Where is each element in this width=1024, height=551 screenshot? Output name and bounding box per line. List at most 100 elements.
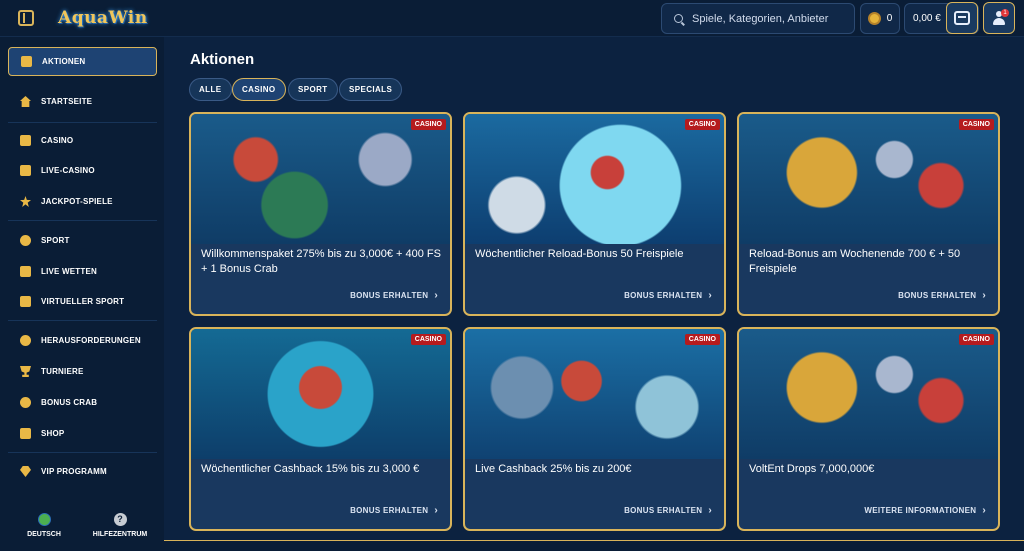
chevron-right-icon: ›	[982, 505, 986, 516]
chevron-right-icon: ›	[434, 505, 438, 516]
search-bar[interactable]	[661, 3, 855, 34]
home-icon	[20, 96, 31, 107]
category-badge: CASINO	[958, 334, 994, 345]
promo-title: Wöchentlicher Reload-Bonus 50 Freispiele	[475, 248, 684, 260]
tab-casino[interactable]: CASINO	[232, 78, 286, 101]
user-button[interactable]	[983, 2, 1015, 34]
promo-image	[465, 329, 724, 459]
coins-box[interactable]: 0	[860, 3, 900, 34]
sidebar-item-shop[interactable]: SHOP	[8, 419, 157, 448]
sidebar-item-sport[interactable]: SPORT	[8, 226, 157, 255]
sidebar-item-label: SHOP	[41, 429, 65, 438]
clover-icon	[20, 196, 31, 207]
tab-sport[interactable]: SPORT	[288, 78, 338, 101]
bottom-divider	[164, 540, 1024, 551]
ball-icon	[20, 235, 31, 246]
diamond-icon	[20, 466, 31, 477]
sidebar-item-label: HERAUSFORDERUNGEN	[41, 336, 141, 345]
sidebar-item-jackpot-spiele[interactable]: JACKPOT-SPIELE	[8, 187, 157, 216]
notification-badge: 1	[1001, 9, 1009, 17]
sidebar-item-live-casino[interactable]: LIVE-CASINO	[8, 156, 157, 185]
help-label: HILFEZENTRUM	[92, 531, 148, 538]
promo-title: Live Cashback 25% bis zu 200€	[475, 463, 632, 475]
search-input[interactable]	[692, 12, 847, 25]
cards-icon	[20, 165, 31, 176]
top-bar: AquaWin 0 0,00 € 1	[0, 0, 1024, 37]
promo-cta-button[interactable]: BONUS ERHALTEN ›	[898, 290, 986, 301]
promo-title: Willkommenspaket 275% bis zu 3,000€ + 40…	[201, 248, 441, 275]
promo-image	[465, 114, 724, 244]
sidebar-item-vip-programm[interactable]: VIP PROGRAMM	[8, 457, 157, 486]
search-icon	[674, 14, 683, 23]
sidebar-item-label: LIVE-CASINO	[41, 166, 95, 175]
tab-specials[interactable]: SPECIALS	[339, 78, 403, 101]
sidebar-item-label: BONUS CRAB	[41, 398, 98, 407]
cta-label: BONUS ERHALTEN	[898, 291, 977, 300]
promo-cta-button[interactable]: BONUS ERHALTEN ›	[624, 290, 712, 301]
promo-card[interactable]: CASINO Reload-Bonus am Wochenende 700 € …	[737, 112, 1000, 316]
sidebar: AKTIONEN STARTSEITE CASINO LIVE-CASINO J…	[0, 37, 164, 551]
crab-icon	[20, 397, 31, 408]
live-icon	[20, 266, 31, 277]
promo-card[interactable]: CASINO VoltEnt Drops 7,000,000€ WEITERE …	[737, 327, 1000, 531]
balance-value: 0,00 €	[913, 13, 941, 24]
cta-label: BONUS ERHALTEN	[624, 291, 703, 300]
sidebar-item-label: STARTSEITE	[41, 97, 93, 106]
cta-label: BONUS ERHALTEN	[624, 506, 703, 515]
language-selector[interactable]: DEUTSCH	[4, 513, 84, 551]
shop-icon	[20, 428, 31, 439]
promo-card[interactable]: CASINO Wöchentlicher Cashback 15% bis zu…	[189, 327, 452, 531]
sidebar-item-aktionen[interactable]: AKTIONEN	[8, 47, 157, 76]
promo-title: VoltEnt Drops 7,000,000€	[749, 463, 875, 475]
sidebar-item-herausforderungen[interactable]: HERAUSFORDERUNGEN	[8, 326, 157, 355]
wallet-icon	[954, 11, 970, 25]
wallet-button[interactable]	[946, 2, 978, 34]
slot-machine-icon	[20, 135, 31, 146]
category-badge: CASINO	[958, 119, 994, 130]
help-center-link[interactable]: ? HILFEZENTRUM	[80, 513, 160, 551]
chevron-right-icon: ›	[434, 290, 438, 301]
promo-image	[191, 329, 450, 459]
chevron-right-icon: ›	[708, 505, 712, 516]
promo-cta-button[interactable]: BONUS ERHALTEN ›	[350, 290, 438, 301]
target-icon	[20, 335, 31, 346]
page-title: Aktionen	[190, 51, 255, 68]
promo-image	[191, 114, 450, 244]
sidebar-toggle-icon[interactable]	[18, 10, 34, 26]
sidebar-item-bonus-crab[interactable]: BONUS CRAB	[8, 388, 157, 417]
chevron-right-icon: ›	[708, 290, 712, 301]
divider	[8, 220, 157, 221]
sidebar-item-label: VIRTUELLER SPORT	[41, 297, 125, 306]
sidebar-item-casino[interactable]: CASINO	[8, 126, 157, 155]
sidebar-item-virtueller-sport[interactable]: VIRTUELLER SPORT	[8, 287, 157, 316]
sidebar-item-label: CASINO	[41, 136, 74, 145]
promo-card[interactable]: CASINO Live Cashback 25% bis zu 200€ BON…	[463, 327, 726, 531]
promo-card[interactable]: CASINO Willkommenspaket 275% bis zu 3,00…	[189, 112, 452, 316]
sidebar-item-label: JACKPOT-SPIELE	[41, 197, 113, 206]
sidebar-item-live-wetten[interactable]: LIVE WETTEN	[8, 257, 157, 286]
category-badge: CASINO	[410, 119, 446, 130]
category-badge: CASINO	[410, 334, 446, 345]
monitor-icon	[20, 296, 31, 307]
language-label: DEUTSCH	[27, 531, 61, 538]
promo-cta-button[interactable]: WEITERE INFORMATIONEN ›	[864, 505, 986, 516]
tab-alle[interactable]: ALLE	[189, 78, 232, 101]
cta-label: WEITERE INFORMATIONEN	[864, 506, 977, 515]
sidebar-item-label: LIVE WETTEN	[41, 267, 97, 276]
sidebar-item-label: AKTIONEN	[42, 57, 86, 66]
sidebar-item-startseite[interactable]: STARTSEITE	[8, 87, 157, 116]
sidebar-item-turniere[interactable]: TURNIERE	[8, 357, 157, 386]
sidebar-item-label: TURNIERE	[41, 367, 84, 376]
sidebar-item-label: VIP PROGRAMM	[41, 467, 107, 476]
trophy-icon	[20, 366, 31, 377]
promo-cta-button[interactable]: BONUS ERHALTEN ›	[624, 505, 712, 516]
coin-icon	[867, 12, 881, 25]
cta-label: BONUS ERHALTEN	[350, 291, 429, 300]
promo-cta-button[interactable]: BONUS ERHALTEN ›	[350, 505, 438, 516]
category-badge: CASINO	[684, 334, 720, 345]
divider	[8, 122, 157, 123]
category-badge: CASINO	[684, 119, 720, 130]
logo[interactable]: AquaWin	[58, 8, 148, 28]
promo-card[interactable]: CASINO Wöchentlicher Reload-Bonus 50 Fre…	[463, 112, 726, 316]
promo-image	[739, 329, 998, 459]
